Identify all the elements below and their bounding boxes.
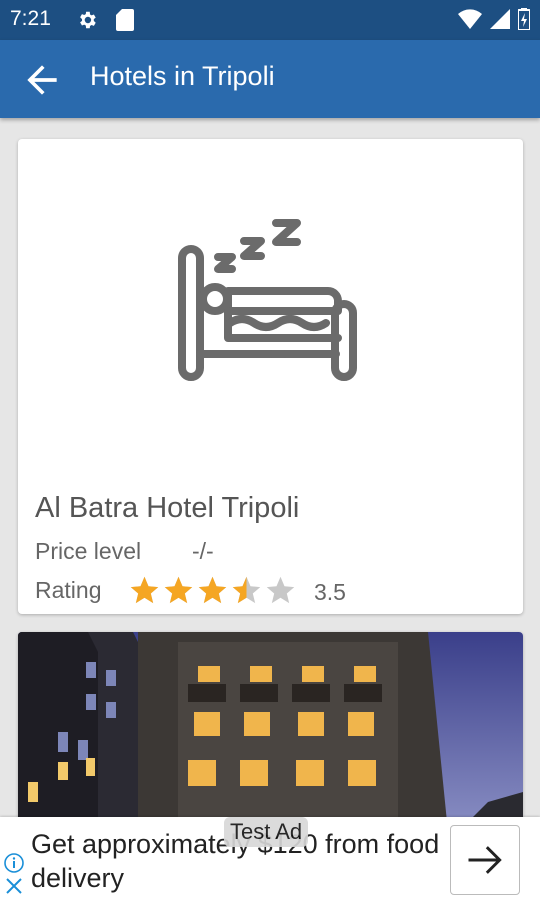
hotel-card[interactable] bbox=[18, 632, 523, 832]
ad-tag: Test Ad bbox=[224, 817, 309, 847]
gear-icon bbox=[76, 9, 98, 35]
arrow-back-icon bbox=[27, 65, 57, 95]
star-empty-icon bbox=[266, 576, 295, 604]
status-time: 7:21 bbox=[10, 7, 51, 30]
hotel-card[interactable]: Al Batra Hotel Tripoli Price level -/- Ra… bbox=[18, 139, 523, 614]
sd-card-icon bbox=[116, 9, 134, 35]
price-label: Price level bbox=[35, 538, 142, 564]
sleeping-bed-icon bbox=[178, 219, 378, 393]
info-icon[interactable] bbox=[4, 853, 24, 877]
hotel-building-photo bbox=[18, 632, 523, 832]
page-title: Hotels in Tripoli bbox=[90, 61, 275, 91]
star-half-icon bbox=[232, 576, 261, 604]
price-row: Price level -/- bbox=[35, 538, 214, 565]
ad-cta-button[interactable] bbox=[450, 825, 520, 895]
status-bar: 7:21 bbox=[0, 0, 540, 40]
star-filled-icon bbox=[164, 576, 193, 604]
star-filled-icon bbox=[130, 576, 159, 604]
battery-icon bbox=[517, 8, 531, 34]
wifi-icon bbox=[458, 9, 482, 33]
rating-value: 3.5 bbox=[314, 579, 346, 605]
rating-label: Rating bbox=[35, 577, 102, 603]
price-value: -/- bbox=[192, 538, 214, 564]
signal-icon bbox=[490, 9, 510, 33]
rating-row: Rating 3.5 bbox=[35, 574, 346, 607]
rating-stars bbox=[128, 574, 297, 607]
arrow-right-icon bbox=[468, 846, 502, 874]
app-bar: Hotels in Tripoli bbox=[0, 40, 540, 118]
hotel-name: Al Batra Hotel Tripoli bbox=[35, 492, 300, 524]
star-filled-icon bbox=[198, 576, 227, 604]
back-button[interactable] bbox=[20, 58, 64, 102]
ad-banner[interactable]: Get approximately $120 from food deliver… bbox=[0, 817, 540, 900]
close-icon[interactable] bbox=[5, 877, 23, 899]
